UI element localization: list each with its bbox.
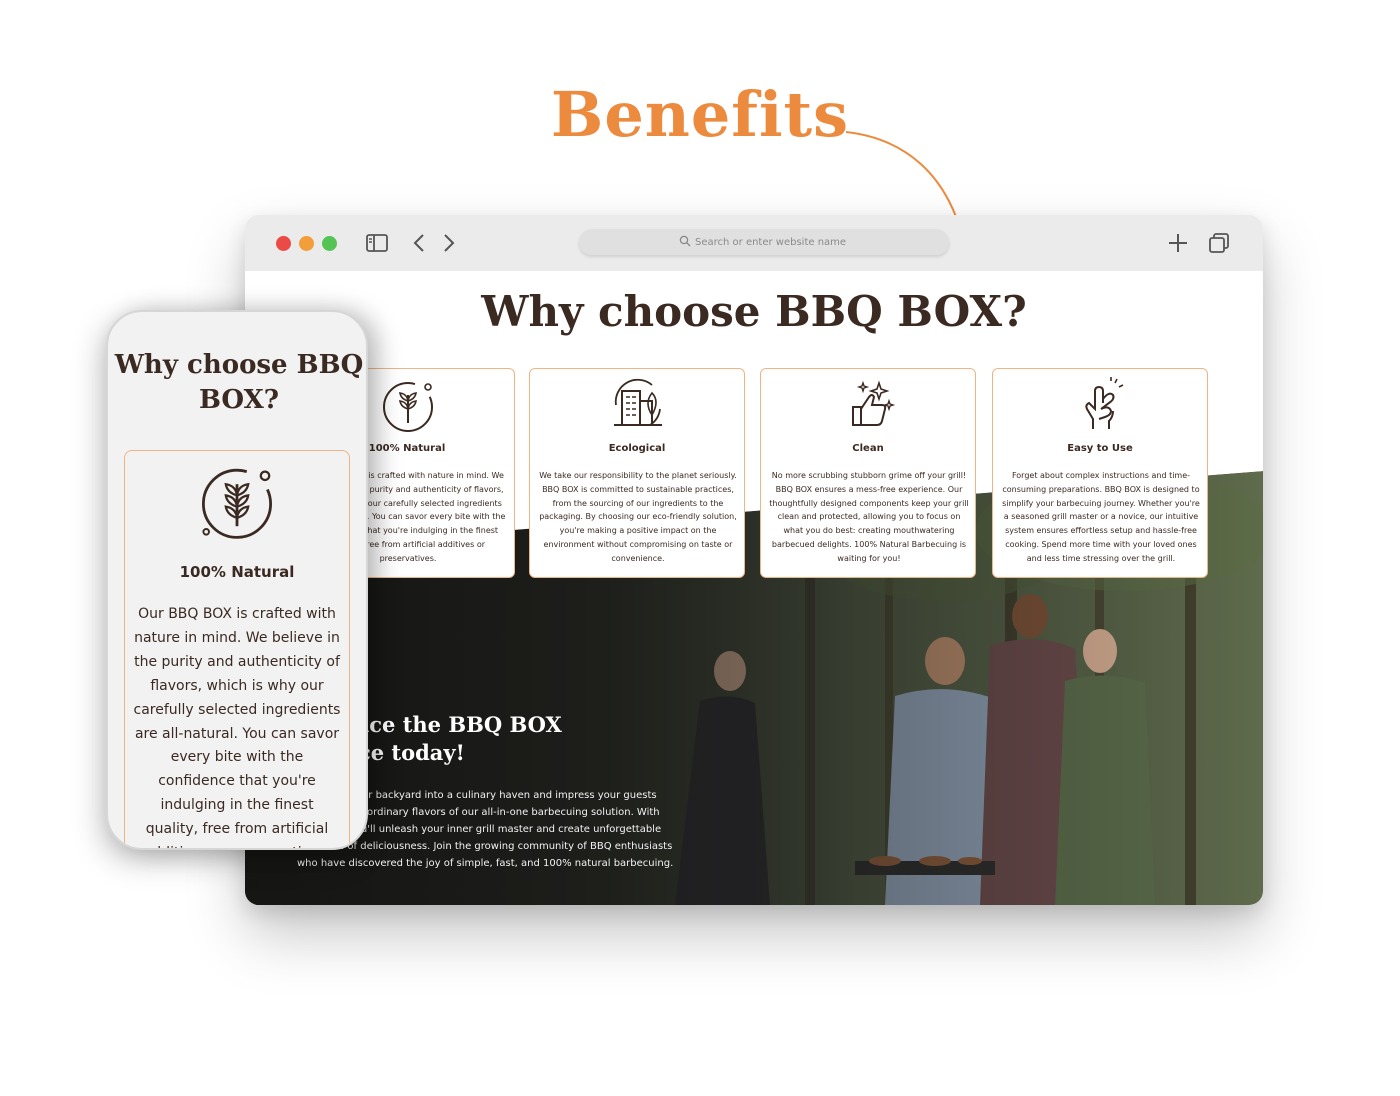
- maximize-window-button[interactable]: [322, 236, 337, 251]
- close-window-button[interactable]: [276, 236, 291, 251]
- new-tab-plus-icon[interactable]: [1166, 231, 1190, 255]
- tab-overview-icon[interactable]: [1207, 231, 1231, 255]
- back-arrow-icon[interactable]: [411, 231, 427, 255]
- sidebar-toggle-icon[interactable]: [365, 231, 389, 255]
- card-text: No more scrubbing stubborn grime off you…: [769, 471, 969, 563]
- address-input[interactable]: [695, 229, 935, 255]
- card-title: Easy to Use: [1067, 443, 1133, 454]
- forward-arrow-icon[interactable]: [441, 231, 457, 255]
- benefit-card-clean: Clean No more scrubbing stubborn grime o…: [760, 368, 976, 578]
- card-title: 100% Natural: [179, 563, 295, 581]
- card-title: Ecological: [608, 443, 666, 454]
- thumbs-up-sparkle-icon: [852, 380, 896, 426]
- card-text: We take our responsibility to the planet…: [539, 471, 737, 563]
- minimize-window-button[interactable]: [299, 236, 314, 251]
- website-content: Why choose BBQ BOX? 100% Natural Our BBQ…: [245, 271, 1263, 905]
- wheat-icon: [383, 382, 433, 432]
- card-title: Clean: [852, 443, 884, 454]
- browser-toolbar: [245, 215, 1263, 272]
- fingers-snap-icon: [1085, 377, 1124, 429]
- card-text: Forget about complex instructions and ti…: [1002, 471, 1200, 563]
- benefit-card-ecological: Ecological We take our responsibility to…: [529, 368, 745, 578]
- benefit-card-easy: Easy to Use Forget about complex instruc…: [992, 368, 1208, 578]
- phone-benefit-card-natural: 100% Natural Our BBQ BOX is crafted with…: [124, 450, 350, 848]
- page-title: Why choose BBQ BOX?: [481, 287, 1027, 336]
- eco-building-icon: [614, 378, 662, 426]
- address-bar[interactable]: [579, 229, 949, 255]
- card-text: Our BBQ BOX is crafted with nature in mi…: [133, 606, 341, 848]
- search-icon: [679, 235, 691, 247]
- wheat-icon: [202, 468, 272, 539]
- phone-mockup: Why choose BBQ BOX? 100% Natural Our BBQ…: [106, 310, 368, 850]
- benefits-heading: Benefits: [550, 78, 850, 151]
- browser-window: Why choose BBQ BOX? 100% Natural Our BBQ…: [245, 215, 1263, 905]
- phone-page-title: Why choose BBQ BOX?: [114, 350, 364, 415]
